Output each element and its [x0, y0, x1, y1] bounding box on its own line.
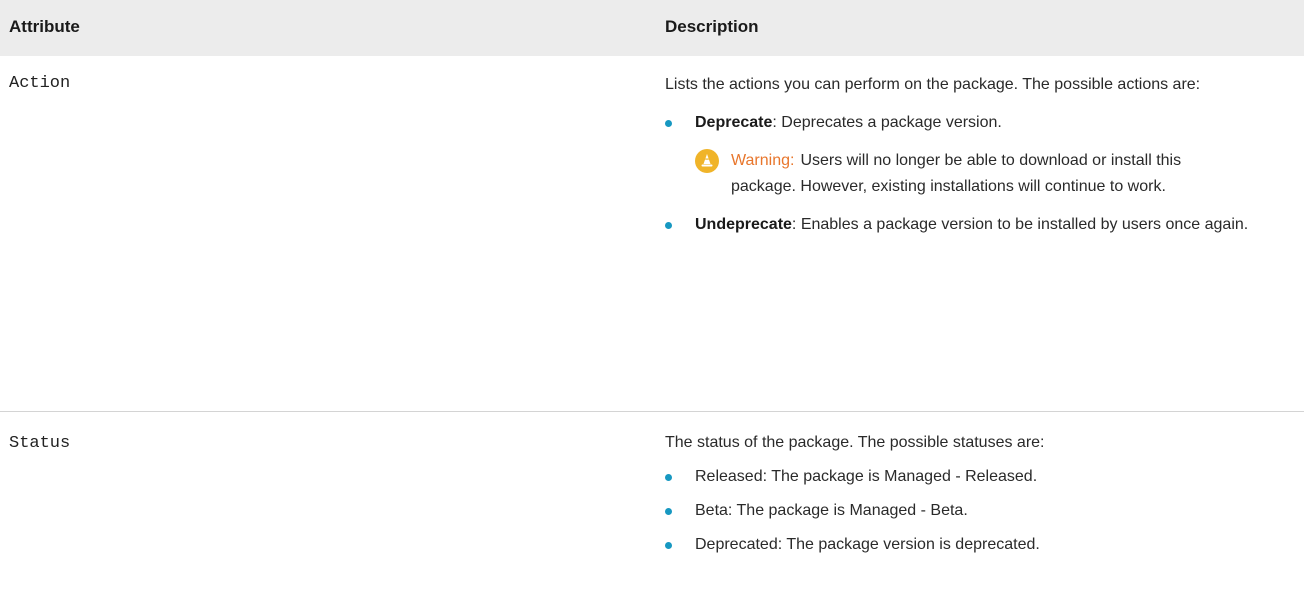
- warning-note: Warning: Users will no longer be able to …: [695, 148, 1285, 200]
- item-text: Deprecated: The package version is depre…: [695, 536, 1040, 553]
- description-cell: The status of the package. The possible …: [665, 430, 1285, 558]
- warning-label: Warning:: [731, 152, 795, 169]
- description-cell: Lists the actions you can perform on the…: [665, 72, 1285, 238]
- attribute-cell: Action: [9, 74, 71, 93]
- item-text: : Enables a package version to be instal…: [791, 216, 1249, 233]
- bullet-dot-icon: [665, 222, 672, 229]
- warning-text: Users will no longer be able to download…: [731, 152, 1182, 195]
- warning-cone-icon: [695, 149, 719, 173]
- list-item-undeprecate: Undeprecate: Enables a package version t…: [665, 212, 1285, 238]
- table-row-status: Status The status of the package. The po…: [0, 412, 1304, 602]
- header-attribute: Attribute: [9, 17, 80, 36]
- list-item-beta: Beta: The package is Managed - Beta.: [665, 498, 1285, 524]
- attribute-cell: Status: [9, 434, 71, 453]
- header-description: Description: [665, 17, 759, 36]
- attribute-table: Attribute Description Action Lists the a…: [0, 0, 1304, 602]
- table-row-action: Action Lists the actions you can perform…: [0, 56, 1304, 412]
- table-header: Attribute Description: [0, 0, 1304, 56]
- description-intro: Lists the actions you can perform on the…: [665, 76, 1201, 93]
- list-item-deprecated: Deprecated: The package version is depre…: [665, 532, 1285, 558]
- bullet-dot-icon: [665, 542, 672, 549]
- item-text: Beta: The package is Managed - Beta.: [695, 502, 968, 519]
- list-item-released: Released: The package is Managed - Relea…: [665, 464, 1285, 490]
- action-list: Deprecate: Deprecates a package version.…: [665, 110, 1285, 238]
- status-list: Released: The package is Managed - Relea…: [665, 464, 1285, 558]
- bullet-dot-icon: [665, 120, 672, 127]
- term-deprecate: Deprecate: [695, 114, 773, 131]
- term-undeprecate: Undeprecate: [695, 216, 792, 233]
- bullet-dot-icon: [665, 474, 672, 481]
- list-item-deprecate: Deprecate: Deprecates a package version.…: [665, 110, 1285, 200]
- bullet-dot-icon: [665, 508, 672, 515]
- item-text: : Deprecates a package version.: [772, 114, 1002, 131]
- item-text: Released: The package is Managed - Relea…: [695, 468, 1038, 485]
- description-intro: The status of the package. The possible …: [665, 434, 1045, 451]
